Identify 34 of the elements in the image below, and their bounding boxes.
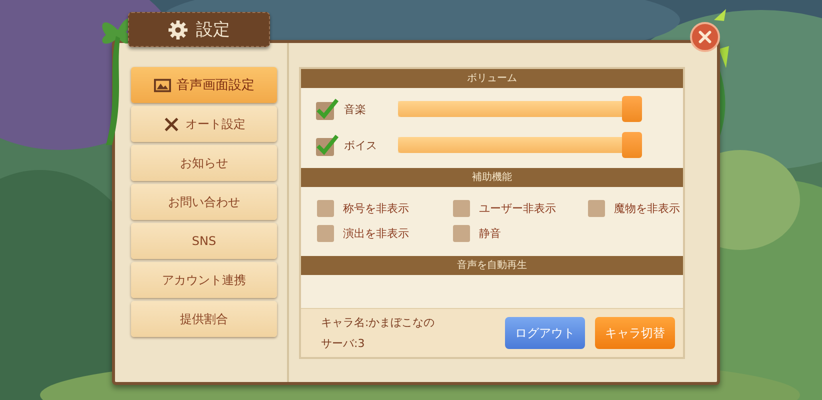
image-icon (154, 78, 170, 92)
crossed-swords-icon (162, 116, 180, 132)
checkbox[interactable] (315, 133, 339, 157)
option-label: ユーザー非表示 (479, 201, 556, 216)
checkbox[interactable] (317, 200, 334, 217)
close-icon (697, 29, 713, 45)
checkbox[interactable] (315, 97, 339, 121)
checkbox[interactable] (453, 225, 470, 242)
window-title: 設定 (196, 19, 230, 41)
section-header: 補助機能 (301, 168, 683, 187)
menu-button[interactable]: お問い合わせ (131, 184, 277, 220)
section-header: ボリューム (301, 69, 683, 88)
menu-button[interactable]: 音声画面設定 (131, 67, 277, 103)
option-label: 称号を非表示 (343, 201, 409, 216)
option-label: 魔物を非表示 (614, 201, 680, 216)
checkbox[interactable] (317, 225, 334, 242)
gear-icon (168, 20, 188, 40)
character-name: キャラ名:かまぼこなの (321, 315, 436, 330)
menu-button[interactable]: お知らせ (131, 145, 277, 181)
slider-thumb[interactable] (622, 132, 642, 158)
channel-label: ボイス (344, 138, 378, 152)
option-label: 静音 (479, 226, 501, 241)
logout-button[interactable]: ログアウト (505, 317, 585, 349)
checkbox[interactable] (588, 200, 605, 217)
section-header: 音声を自動再生 (301, 256, 683, 275)
menu-button[interactable]: 提供割合 (131, 301, 277, 337)
server-label: サーバ:3 (321, 336, 366, 351)
channel-label: 音楽 (344, 102, 367, 116)
menu-button[interactable]: SNS (131, 223, 277, 259)
menu-button[interactable]: オート設定 (131, 106, 277, 142)
slider-thumb[interactable] (622, 96, 642, 122)
menu-button[interactable]: アカウント連携 (131, 262, 277, 298)
checkbox[interactable] (453, 200, 470, 217)
option-label: 演出を非表示 (343, 226, 409, 241)
